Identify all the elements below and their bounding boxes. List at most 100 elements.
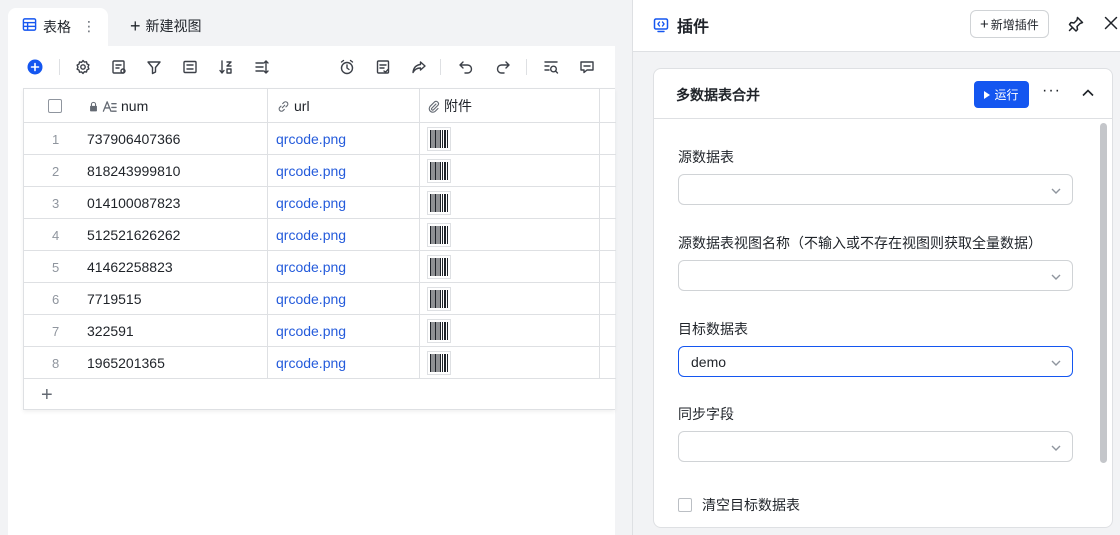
barcode-thumbnail[interactable] [427, 319, 451, 343]
chevron-up-icon[interactable] [1080, 85, 1096, 101]
add-plugin-button[interactable]: + 新增插件 [970, 10, 1049, 38]
search-icon[interactable] [542, 58, 560, 76]
num-cell[interactable]: 818243999810 [87, 155, 180, 187]
barcode-thumbnail[interactable] [427, 159, 451, 183]
group-icon[interactable] [181, 58, 199, 76]
data-grid: num url 附件 1 737906407366 qrcode.png 2 8… [23, 88, 616, 413]
num-cell[interactable]: 014100087823 [87, 187, 180, 219]
attachment-cell[interactable] [427, 315, 451, 347]
attachment-cell[interactable] [427, 187, 451, 219]
attachment-cell[interactable] [427, 283, 451, 315]
url-link[interactable]: qrcode.png [276, 187, 346, 219]
plugin-card-header: 多数据表合并 运行 ··· [654, 69, 1112, 119]
toolbar [8, 46, 615, 88]
url-link[interactable]: qrcode.png [276, 219, 346, 251]
share-icon[interactable] [410, 58, 428, 76]
add-row-button[interactable]: + [24, 381, 616, 413]
sync-fields-select[interactable] [678, 431, 1073, 462]
num-cell[interactable]: 512521626262 [87, 219, 180, 251]
settings-icon[interactable] [74, 58, 92, 76]
sheet: num url 附件 1 737906407366 qrcode.png 2 8… [8, 46, 616, 535]
clear-target-label: 清空目标数据表 [702, 497, 800, 513]
link-icon [277, 100, 290, 113]
sort-icon[interactable] [217, 58, 235, 76]
new-view-button[interactable]: + 新建视图 [130, 16, 202, 36]
paperclip-icon [427, 100, 440, 113]
source-table-select[interactable] [678, 174, 1073, 205]
tab-table-view[interactable]: 表格 ⋮ [8, 8, 108, 46]
url-link[interactable]: qrcode.png [276, 155, 346, 187]
row-index: 8 [52, 355, 60, 371]
barcode-thumbnail[interactable] [427, 255, 451, 279]
num-cell[interactable]: 41462258823 [87, 251, 173, 283]
num-cell[interactable]: 7719515 [87, 283, 142, 315]
table-row[interactable]: 5 41462258823 qrcode.png [24, 251, 616, 283]
attachment-cell[interactable] [427, 155, 451, 187]
column-header-url[interactable]: url [277, 89, 310, 123]
add-record-icon[interactable] [26, 58, 44, 76]
num-cell[interactable]: 737906407366 [87, 123, 180, 155]
url-link[interactable]: qrcode.png [276, 347, 346, 379]
attachment-cell[interactable] [427, 347, 451, 379]
url-link[interactable]: qrcode.png [276, 123, 346, 155]
barcode-thumbnail[interactable] [427, 127, 451, 151]
undo-icon[interactable] [457, 58, 475, 76]
attachment-cell[interactable] [427, 123, 451, 155]
table-view-area: 表格 ⋮ + 新建视图 num url 附件 1 737906407366 qr… [0, 0, 632, 535]
panel-title-text: 插件 [677, 19, 710, 36]
barcode-thumbnail[interactable] [427, 287, 451, 311]
run-button[interactable]: 运行 [974, 81, 1029, 108]
toolbar-divider [526, 59, 527, 75]
table-row[interactable]: 3 014100087823 qrcode.png [24, 187, 616, 219]
column-header-attachment[interactable]: 附件 [427, 89, 472, 123]
url-link[interactable]: qrcode.png [276, 315, 346, 347]
scrollbar[interactable] [1100, 123, 1107, 463]
select-all-checkbox[interactable] [48, 89, 62, 123]
row-index: 1 [52, 131, 60, 147]
redo-icon[interactable] [494, 58, 512, 76]
row-index: 6 [52, 291, 60, 307]
tab-more-icon[interactable]: ⋮ [82, 18, 96, 35]
field-config-icon[interactable] [110, 58, 128, 76]
num-cell[interactable]: 1965201365 [87, 347, 165, 379]
table-row[interactable]: 8 1965201365 qrcode.png [24, 347, 616, 379]
add-plugin-label: 新增插件 [990, 17, 1039, 32]
grid-icon [22, 17, 37, 37]
barcode-thumbnail[interactable] [427, 191, 451, 215]
table-row[interactable]: 7 322591 qrcode.png [24, 315, 616, 347]
barcode-thumbnail[interactable] [427, 351, 451, 375]
automation-icon[interactable] [338, 58, 356, 76]
table-row[interactable]: 4 512521626262 qrcode.png [24, 219, 616, 251]
barcode-thumbnail[interactable] [427, 223, 451, 247]
form-icon[interactable] [374, 58, 392, 76]
new-view-label: 新建视图 [145, 18, 202, 34]
table-row[interactable]: 2 818243999810 qrcode.png [24, 155, 616, 187]
url-link[interactable]: qrcode.png [276, 251, 346, 283]
column-header-num[interactable]: num [88, 89, 148, 123]
chevron-down-icon [1050, 441, 1062, 453]
source-view-select[interactable] [678, 260, 1073, 291]
clear-target-checkbox[interactable] [678, 498, 692, 512]
target-table-select[interactable]: demo [678, 346, 1073, 377]
more-icon[interactable]: ··· [1042, 82, 1061, 100]
filter-icon[interactable] [145, 58, 163, 76]
attachment-cell[interactable] [427, 219, 451, 251]
checkbox[interactable] [48, 99, 62, 113]
text-field-icon [102, 99, 117, 114]
source-table-label: 源数据表 [678, 149, 734, 165]
num-cell[interactable]: 322591 [87, 315, 134, 347]
comment-icon[interactable] [578, 58, 596, 76]
plus-icon: + [41, 384, 53, 406]
close-icon[interactable] [1102, 14, 1120, 32]
table-row[interactable]: 6 7719515 qrcode.png [24, 283, 616, 315]
target-table-label: 目标数据表 [678, 321, 748, 337]
plugin-icon [653, 17, 677, 33]
pin-icon[interactable] [1067, 15, 1085, 33]
row-height-icon[interactable] [253, 58, 271, 76]
column-header-label: 附件 [444, 98, 472, 114]
clear-target-option[interactable]: 清空目标数据表 [678, 495, 800, 515]
table-row[interactable]: 1 737906407366 qrcode.png [24, 123, 616, 155]
url-link[interactable]: qrcode.png [276, 283, 346, 315]
attachment-cell[interactable] [427, 251, 451, 283]
play-icon [984, 90, 991, 99]
